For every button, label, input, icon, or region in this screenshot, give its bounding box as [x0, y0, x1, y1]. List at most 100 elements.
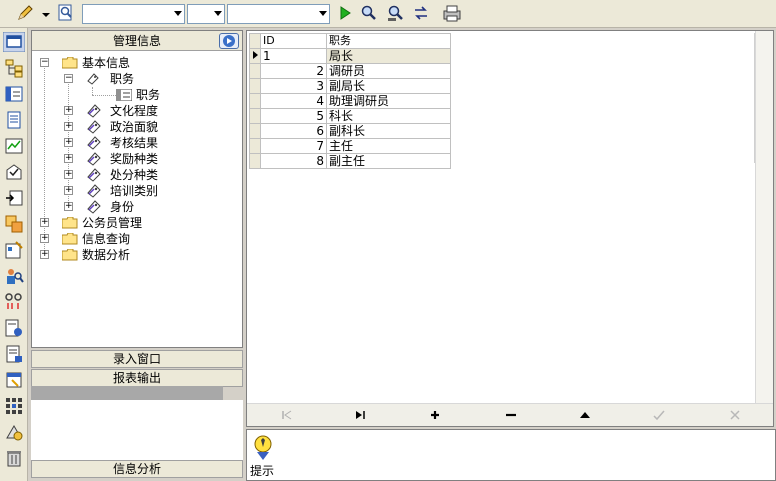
expand-icon[interactable]: +: [64, 186, 73, 195]
chart-icon[interactable]: [4, 136, 24, 156]
tree-node-item[interactable]: + 政治面貌: [64, 119, 234, 135]
expand-icon[interactable]: +: [64, 138, 73, 147]
info-analysis-bar[interactable]: 信息分析: [31, 460, 243, 478]
row-selector[interactable]: [249, 138, 261, 154]
collapse-icon[interactable]: −: [64, 74, 73, 83]
user-search-icon[interactable]: [4, 266, 24, 286]
edit-form-icon[interactable]: [4, 240, 24, 260]
expand-icon[interactable]: +: [40, 218, 49, 227]
filter-combo-3[interactable]: [227, 4, 330, 24]
document-icon[interactable]: [4, 110, 24, 130]
cell-id[interactable]: 8: [260, 153, 327, 169]
search-next-icon[interactable]: [387, 4, 405, 22]
cell-id[interactable]: 2: [260, 63, 327, 79]
table-row[interactable]: 5 科长: [249, 108, 451, 124]
cancel-record-icon[interactable]: [727, 408, 743, 422]
expand-icon[interactable]: +: [40, 250, 49, 259]
link-icon[interactable]: [4, 292, 24, 312]
expand-icon[interactable]: +: [64, 154, 73, 163]
copy-icon[interactable]: [4, 214, 24, 234]
chevron-down-icon: [319, 11, 327, 16]
filter-combo-2[interactable]: [187, 4, 225, 24]
tree-node-top[interactable]: + 信息查询: [40, 231, 240, 247]
table-row[interactable]: 1 局长: [249, 48, 451, 64]
entry-window-bar[interactable]: 录入窗口: [31, 350, 243, 368]
column-header-position[interactable]: 职务: [326, 33, 451, 49]
cell-position[interactable]: 调研员: [326, 63, 451, 79]
tree-node-item[interactable]: + 处分种类: [64, 167, 234, 183]
tree-node-basic-info[interactable]: − 基本信息: [40, 55, 240, 71]
delete-record-icon[interactable]: [503, 408, 519, 422]
table-row[interactable]: 3 副局长: [249, 78, 451, 94]
vertical-scrollbar[interactable]: [755, 31, 773, 403]
cell-position[interactable]: 主任: [326, 138, 451, 154]
cell-position[interactable]: 副科长: [326, 123, 451, 139]
refresh-icon[interactable]: [412, 4, 430, 22]
row-selector[interactable]: [249, 78, 261, 94]
first-record-icon[interactable]: [279, 408, 295, 422]
row-selector[interactable]: [249, 123, 261, 139]
grid-icon[interactable]: [4, 396, 24, 416]
row-selector[interactable]: [249, 63, 261, 79]
pencil-icon[interactable]: [16, 4, 34, 22]
cell-position[interactable]: 副局长: [326, 78, 451, 94]
notes-icon[interactable]: [4, 344, 24, 364]
tree-node-position-group[interactable]: − 职务: [64, 71, 234, 87]
table-row[interactable]: 8 副主任: [249, 153, 451, 169]
expand-icon[interactable]: +: [64, 202, 73, 211]
tree-node-item[interactable]: + 文化程度: [64, 103, 234, 119]
collapse-panel-button[interactable]: [219, 33, 239, 49]
export-icon[interactable]: [4, 188, 24, 208]
expand-icon[interactable]: +: [64, 106, 73, 115]
add-record-icon[interactable]: [427, 408, 443, 422]
post-record-icon[interactable]: [651, 408, 667, 422]
table-edit-icon[interactable]: [4, 370, 24, 390]
tree-node-position-table[interactable]: 职务: [116, 87, 226, 103]
settings-icon[interactable]: [4, 422, 24, 442]
tree-node-item[interactable]: + 考核结果: [64, 135, 234, 151]
search-user-icon[interactable]: [360, 4, 378, 22]
cell-position[interactable]: 副主任: [326, 153, 451, 169]
table-row[interactable]: 7 主任: [249, 138, 451, 154]
tree-node-item[interactable]: + 身份: [64, 199, 234, 215]
row-selector[interactable]: [249, 153, 261, 169]
row-selector[interactable]: [249, 48, 261, 64]
tree-node-item[interactable]: + 培训类别: [64, 183, 234, 199]
tree-node-top[interactable]: + 公务员管理: [40, 215, 240, 231]
cell-id[interactable]: 7: [260, 138, 327, 154]
card-icon[interactable]: [4, 84, 24, 104]
cell-id[interactable]: 3: [260, 78, 327, 94]
report-output-bar[interactable]: 报表输出: [31, 369, 243, 387]
trash-icon[interactable]: [4, 448, 24, 468]
cell-id[interactable]: 6: [260, 123, 327, 139]
expand-icon[interactable]: +: [64, 170, 73, 179]
cell-position[interactable]: 助理调研员: [326, 93, 451, 109]
expand-icon[interactable]: +: [40, 234, 49, 243]
table-row[interactable]: 6 副科长: [249, 123, 451, 139]
window-icon[interactable]: [3, 32, 25, 52]
print-icon[interactable]: [442, 4, 462, 22]
tree-node-top[interactable]: + 数据分析: [40, 247, 240, 263]
cell-id[interactable]: 5: [260, 108, 327, 124]
cell-position[interactable]: 科长: [326, 108, 451, 124]
hierarchy-icon[interactable]: [4, 58, 24, 78]
dropdown-arrow-icon[interactable]: [41, 4, 51, 22]
run-icon[interactable]: [336, 4, 354, 22]
row-selector[interactable]: [249, 93, 261, 109]
expand-icon[interactable]: +: [64, 122, 73, 131]
edit-record-icon[interactable]: [577, 408, 593, 422]
inbox-icon[interactable]: [4, 162, 24, 182]
table-row[interactable]: 4 助理调研员: [249, 93, 451, 109]
cell-id[interactable]: 1: [260, 48, 327, 64]
tree-node-item[interactable]: + 奖励种类: [64, 151, 234, 167]
column-header-id[interactable]: ID: [260, 33, 327, 49]
report-icon[interactable]: [4, 318, 24, 338]
collapse-icon[interactable]: −: [40, 58, 49, 67]
table-row[interactable]: 2 调研员: [249, 63, 451, 79]
find-icon[interactable]: [57, 4, 75, 22]
filter-combo-1[interactable]: [82, 4, 185, 24]
row-selector[interactable]: [249, 108, 261, 124]
last-record-icon[interactable]: [352, 408, 368, 422]
cell-position[interactable]: 局长: [326, 48, 451, 64]
cell-id[interactable]: 4: [260, 93, 327, 109]
